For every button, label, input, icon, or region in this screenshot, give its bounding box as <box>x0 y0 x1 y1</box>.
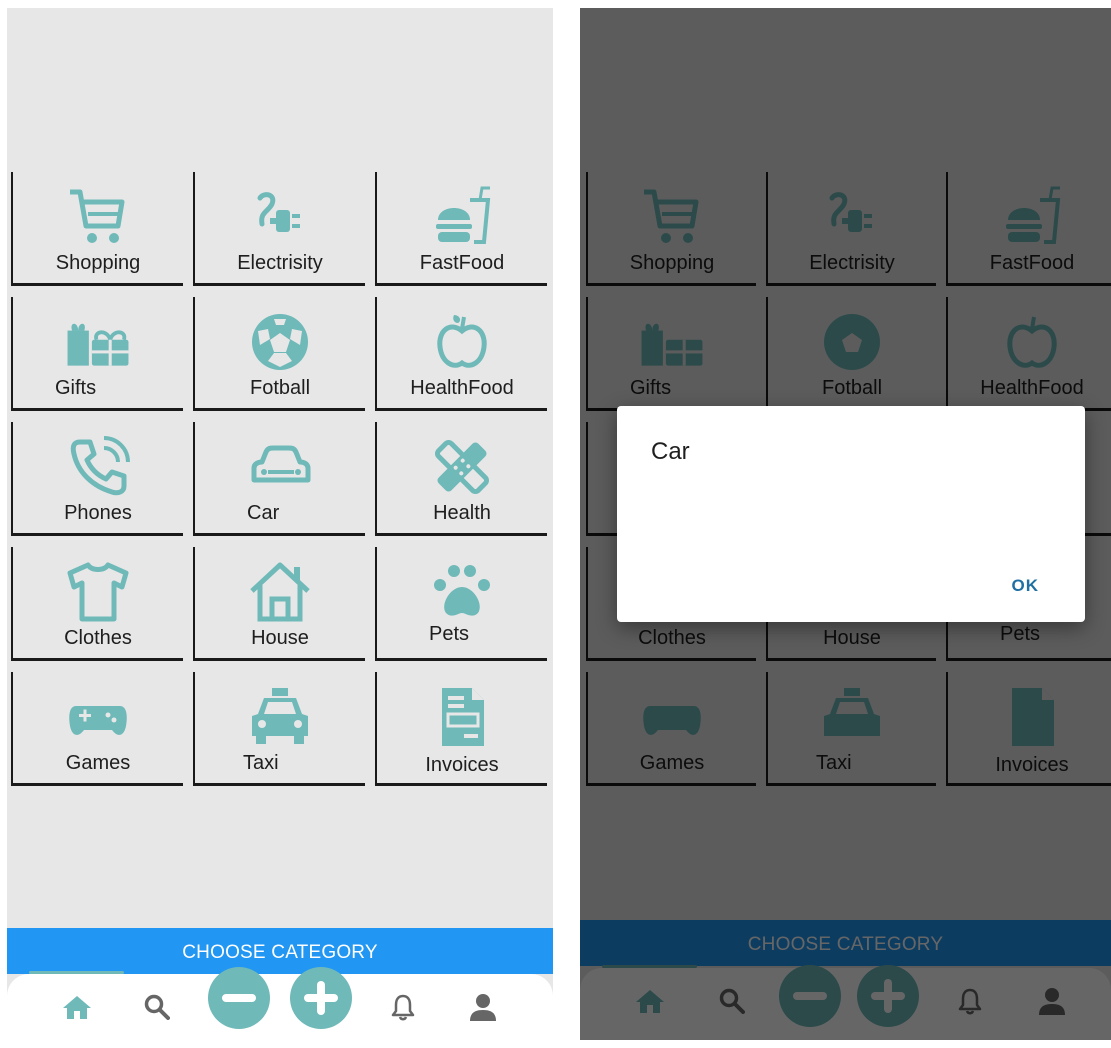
category-label: Invoices <box>425 754 499 776</box>
category-fastfood[interactable]: FastFood <box>375 172 547 286</box>
dialog-title: Car <box>651 438 690 465</box>
bell-icon <box>391 994 415 1021</box>
category-health[interactable]: Health <box>375 422 547 536</box>
category-label: Games <box>65 752 131 774</box>
car-icon <box>251 445 311 483</box>
plug-icon <box>257 192 300 232</box>
category-grid: Shopping Electrisity FastFood Gifts Fotb… <box>11 172 551 787</box>
soccer-ball-icon <box>252 314 308 370</box>
category-screen: Shopping Electrisity FastFood Gifts Fotb… <box>7 8 553 1040</box>
taxi-icon <box>252 688 308 744</box>
category-label: Gifts <box>55 377 97 399</box>
category-clothes[interactable]: Clothes <box>11 547 183 661</box>
category-label: Health <box>433 502 491 524</box>
plus-icon <box>290 967 352 1029</box>
category-label: Clothes <box>64 627 132 649</box>
category-phones[interactable]: Phones <box>11 422 183 536</box>
category-label: Shopping <box>55 252 141 274</box>
category-shopping[interactable]: Shopping <box>11 172 183 286</box>
nav-profile[interactable] <box>453 974 513 1040</box>
category-label: Taxi <box>243 752 279 774</box>
category-gifts[interactable]: Gifts <box>11 297 183 411</box>
phone-icon <box>70 436 130 496</box>
ok-button[interactable]: OK <box>1012 576 1040 596</box>
category-pets[interactable]: Pets <box>375 547 547 661</box>
category-taxi[interactable]: Taxi <box>193 672 365 786</box>
minus-icon <box>208 967 270 1029</box>
category-label: House <box>251 627 309 649</box>
category-label: Car <box>247 502 280 524</box>
bandage-icon <box>434 439 490 495</box>
category-alert-dialog: Car OK <box>617 406 1085 622</box>
category-house[interactable]: House <box>193 547 365 661</box>
category-label: FastFood <box>419 252 505 274</box>
nav-plus[interactable] <box>289 958 353 1038</box>
gift-icon <box>67 323 129 366</box>
category-label: Electrisity <box>237 252 323 274</box>
category-car[interactable]: Car <box>193 422 365 536</box>
shirt-icon <box>67 562 129 622</box>
category-label: Fotball <box>249 377 311 399</box>
burger-drink-icon <box>436 186 491 244</box>
category-screen-with-dialog: Shopping Electrisity FastFood Gifts Fotb… <box>580 8 1111 1040</box>
category-healthfood[interactable]: HealthFood <box>375 297 547 411</box>
apple-icon <box>437 315 487 368</box>
gamepad-icon <box>69 706 127 735</box>
paw-icon <box>434 565 490 616</box>
category-label: Phones <box>64 502 132 524</box>
shopping-cart-icon <box>70 189 125 243</box>
category-electrisity[interactable]: Electrisity <box>193 172 365 286</box>
category-invoices[interactable]: Invoices <box>375 672 547 786</box>
nav-search[interactable] <box>127 974 187 1040</box>
nav-minus[interactable] <box>207 958 271 1038</box>
category-games[interactable]: Games <box>11 672 183 786</box>
house-icon <box>250 562 310 622</box>
category-label: HealthFood <box>410 377 514 399</box>
invoice-icon <box>442 688 484 746</box>
nav-notifications[interactable] <box>373 974 433 1040</box>
category-label: Pets <box>429 623 470 645</box>
category-fotball[interactable]: Fotball <box>193 297 365 411</box>
home-icon <box>63 996 91 1019</box>
choose-category-button[interactable]: CHOOSE CATEGORY <box>7 928 553 974</box>
nav-home[interactable] <box>47 974 107 1040</box>
user-icon <box>470 994 496 1021</box>
bottom-navigation <box>7 967 553 1040</box>
search-icon <box>144 994 170 1020</box>
